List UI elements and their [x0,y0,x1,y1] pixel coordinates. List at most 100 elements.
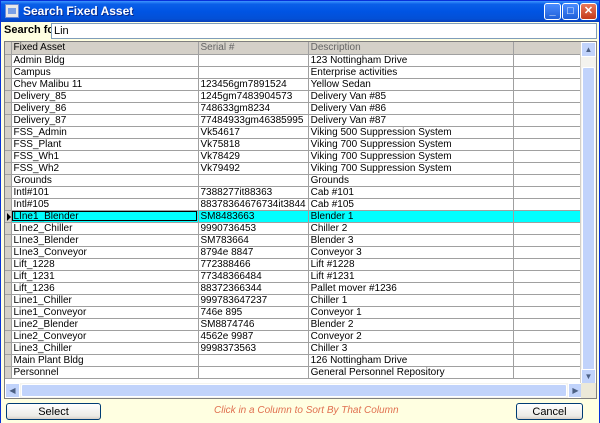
fixed-asset-cell[interactable]: FSS_Admin [11,126,199,139]
table-row[interactable]: Intl#101 7388277it88363 Cab #101 [5,186,590,199]
scroll-down-button[interactable]: ▼ [581,369,596,384]
description-cell[interactable]: Delivery Van #85 [308,90,514,103]
serial-cell[interactable]: 7388277it88363 [198,186,309,199]
blank-cell[interactable] [513,246,590,259]
serial-cell[interactable] [198,354,309,367]
description-cell[interactable]: Pallet mover #1236 [308,282,514,295]
row-indicator[interactable] [5,306,12,319]
table-row[interactable]: Delivery_85 1245gm7483904573 Delivery Van … [5,90,590,103]
table-row[interactable]: Lift_1236 88372366344 Pallet mover #1236 [5,282,590,295]
fixed-asset-cell[interactable]: Line1_Chiller [11,294,199,307]
table-row[interactable]: Lift_1231 77348366484 Lift #1231 [5,270,590,283]
fixed-asset-cell[interactable]: Delivery_87 [11,114,199,127]
fixed-asset-cell[interactable]: Main Plant Bldg [11,354,199,367]
description-cell[interactable]: Viking 700 Suppression System [308,138,514,151]
table-row[interactable]: Admin Bldg 123 Nottingham Drive [5,54,590,67]
blank-cell[interactable] [513,282,590,295]
row-indicator[interactable] [5,354,12,367]
description-cell[interactable]: Delivery Van #86 [308,102,514,115]
description-cell[interactable]: Viking 700 Suppression System [308,150,514,163]
description-cell[interactable]: Blender 3 [308,234,514,247]
description-cell[interactable]: General Personnel Repository [308,366,514,379]
description-cell[interactable]: Conveyor 2 [308,330,514,343]
row-indicator[interactable] [5,198,12,211]
fixed-asset-cell[interactable]: Line1_Conveyor [11,306,199,319]
blank-cell[interactable] [513,234,590,247]
vertical-scrollbar[interactable]: ▲ ▼ [580,42,596,384]
serial-cell[interactable] [198,54,309,67]
table-row[interactable]: Chev Malibu 11 123456gm7891524 Yellow Seda… [5,78,590,91]
serial-cell[interactable]: 9990736453 [198,222,309,235]
blank-cell[interactable] [513,222,590,235]
table-row[interactable]: FSS_Plant Vk75818 Viking 700 Suppression S… [5,138,590,151]
blank-cell[interactable] [513,114,590,127]
row-indicator[interactable] [5,258,12,271]
row-indicator[interactable] [5,162,12,175]
serial-cell[interactable] [198,174,309,187]
serial-cell[interactable]: 772388466 [198,258,309,271]
row-indicator[interactable] [5,114,12,127]
description-cell[interactable]: Yellow Sedan [308,78,514,91]
description-cell[interactable]: Conveyor 1 [308,306,514,319]
serial-cell[interactable]: 746e 895 [198,306,309,319]
fixed-asset-cell[interactable]: Delivery_86 [11,102,199,115]
fixed-asset-cell[interactable]: Intl#105 [11,198,199,211]
blank-cell[interactable] [513,258,590,271]
table-row[interactable]: Line2_Conveyor 4562e 9987 Conveyor 2 [5,330,590,343]
description-cell[interactable]: 123 Nottingham Drive [308,54,514,67]
serial-cell[interactable]: Vk79492 [198,162,309,175]
column-header-fixed-asset[interactable]: Fixed Asset [11,42,199,55]
fixed-asset-cell[interactable]: FSS_Wh2 [11,162,199,175]
description-cell[interactable]: Blender 1 [308,210,514,223]
blank-cell[interactable] [513,162,590,175]
description-cell[interactable]: Lift #1231 [308,270,514,283]
blank-cell[interactable] [513,102,590,115]
row-indicator[interactable] [5,78,12,91]
fixed-asset-cell[interactable]: Campus [11,66,199,79]
title-bar[interactable]: Search Fixed Asset _ □ ✕ [1,1,599,22]
select-button[interactable]: Select [6,403,101,420]
table-row[interactable]: LIne3_Conveyor 8794e 8847 Conveyor 3 [5,246,590,259]
fixed-asset-cell[interactable]: Lift_1236 [11,282,199,295]
blank-cell[interactable] [513,66,590,79]
fixed-asset-cell[interactable]: LIne1_Blender [11,210,199,223]
row-indicator[interactable] [5,210,12,223]
serial-cell[interactable]: SM783664 [198,234,309,247]
scroll-up-button[interactable]: ▲ [581,42,596,57]
search-input[interactable] [51,23,597,39]
description-cell[interactable]: Conveyor 3 [308,246,514,259]
fixed-asset-cell[interactable]: LIne3_Blender [11,234,199,247]
column-header-serial[interactable]: Serial # [198,42,309,55]
table-row[interactable]: Intl#105 88378364676734it3844 Cab #105 [5,198,590,211]
row-indicator[interactable] [5,330,12,343]
serial-cell[interactable] [198,66,309,79]
description-cell[interactable]: Lift #1228 [308,258,514,271]
row-indicator[interactable] [5,294,12,307]
description-cell[interactable]: Viking 500 Suppression System [308,126,514,139]
serial-cell[interactable]: 77484933gm46385995 [198,114,309,127]
blank-cell[interactable] [513,366,590,379]
serial-cell[interactable]: 8794e 8847 [198,246,309,259]
blank-cell[interactable] [513,270,590,283]
row-indicator[interactable] [5,270,12,283]
description-cell[interactable]: Enterprise activities [308,66,514,79]
blank-cell[interactable] [513,198,590,211]
table-row[interactable]: FSS_Wh1 Vk78429 Viking 700 Suppression Sys… [5,150,590,163]
blank-cell[interactable] [513,126,590,139]
serial-cell[interactable] [198,366,309,379]
blank-cell[interactable] [513,294,590,307]
description-cell[interactable]: Viking 700 Suppression System [308,162,514,175]
fixed-asset-cell[interactable]: Line3_Chiller [11,342,199,355]
serial-cell[interactable]: Vk54617 [198,126,309,139]
fixed-asset-cell[interactable]: Lift_1228 [11,258,199,271]
serial-cell[interactable]: Vk78429 [198,150,309,163]
table-row[interactable]: Campus Enterprise activities [5,66,590,79]
description-cell[interactable]: Blender 2 [308,318,514,331]
fixed-asset-cell[interactable]: Chev Malibu 11 [11,78,199,91]
fixed-asset-cell[interactable]: Grounds [11,174,199,187]
close-button[interactable]: ✕ [580,3,597,20]
blank-cell[interactable] [513,90,590,103]
blank-cell[interactable] [513,342,590,355]
row-indicator[interactable] [5,102,12,115]
table-row[interactable]: FSS_Admin Vk54617 Viking 500 Suppression S… [5,126,590,139]
